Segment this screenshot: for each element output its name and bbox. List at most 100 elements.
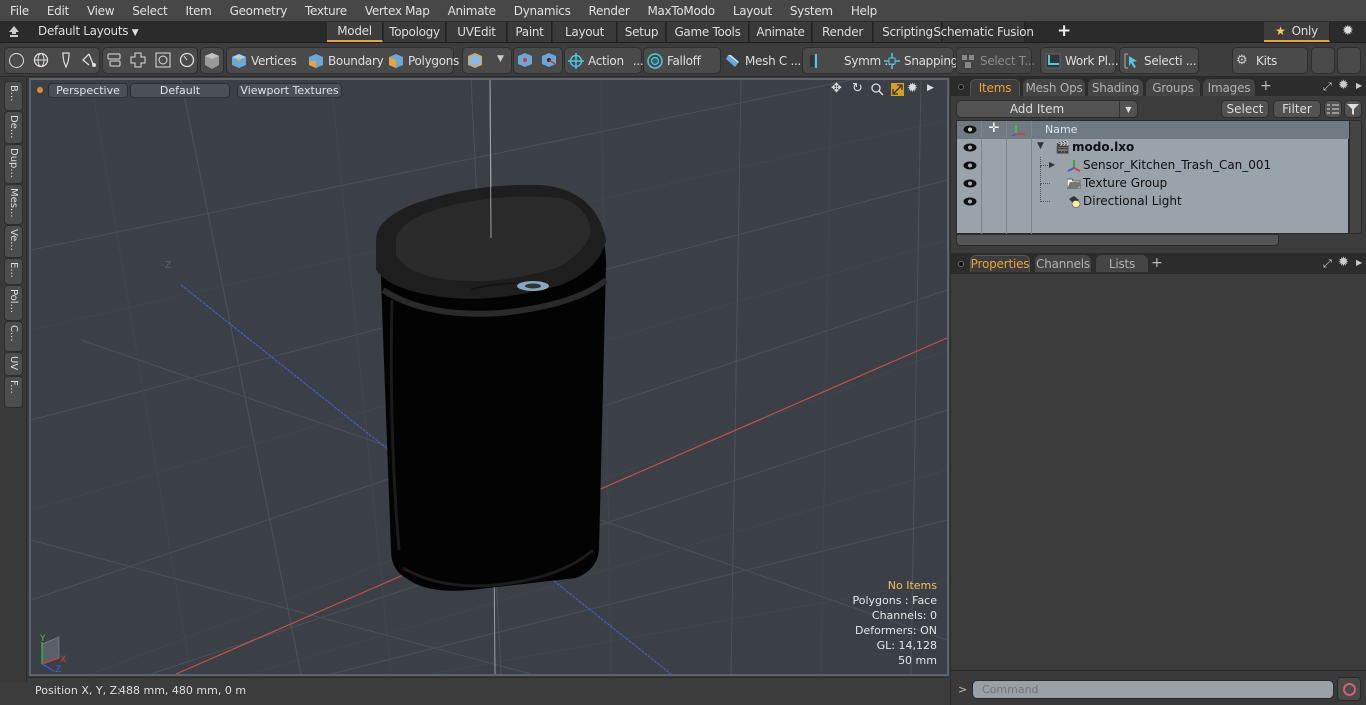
collapse-up-icon[interactable] [8,25,20,38]
filter-button[interactable]: Filter [1273,100,1321,118]
mesh-constraints-button[interactable]: Mesh C ... [725,48,801,73]
left-tab-duplicate[interactable]: Dup... [4,144,23,184]
left-tab-edge[interactable]: E... [4,258,23,285]
falloff-button[interactable]: Falloff [647,48,701,73]
tab-lists[interactable]: Lists [1096,255,1148,272]
tab-setup[interactable]: Setup [618,22,666,42]
3d-viewport[interactable]: -Z Y X Z Perspective Default Viewport Te… [29,78,949,676]
tab-items[interactable]: Items [970,79,1020,96]
select-button[interactable]: Select [1221,100,1269,118]
material-cube-icon[interactable] [467,52,483,72]
axis-column-icon[interactable] [1007,121,1032,139]
selection-sets-button[interactable]: Selecti ... [1124,48,1197,73]
horizontal-scrollbar[interactable] [956,234,1279,246]
list-options-icon[interactable] [1324,100,1342,118]
tab-schematic-fusion[interactable]: Schematic Fusion [933,22,1034,42]
frame-icon[interactable] [155,52,171,71]
polygons-button[interactable]: Polygons [388,48,459,73]
menu-item[interactable]: Item [175,4,219,18]
record-macro-button[interactable] [1337,677,1361,701]
properties-more-arrow-icon[interactable]: ▶ [1356,258,1362,267]
symmetry-button[interactable]: Symm ... [808,48,895,73]
tab-model[interactable]: Model [327,22,383,42]
menu-file[interactable]: File [0,4,37,18]
left-tab-uv[interactable]: UV [4,352,23,376]
properties-dot-icon[interactable] [958,261,964,267]
menu-dynamics[interactable]: Dynamics [504,4,579,18]
pen-tool-icon[interactable] [58,52,74,71]
tab-animate[interactable]: Animate [750,22,812,42]
viewport-more-arrow-icon[interactable]: ▶ [927,83,934,93]
menu-render[interactable]: Render [579,4,638,18]
center-icon[interactable] [517,52,533,71]
action-center-button[interactable]: Action... [568,48,644,73]
viewport-status-dot[interactable] [37,87,43,93]
lock-column-icon[interactable]: ✛ [982,121,1007,139]
vertices-button[interactable]: Vertices [231,48,297,73]
menu-texture[interactable]: Texture [295,4,355,18]
add-tab-icon[interactable]: + [1057,21,1071,41]
menu-edit[interactable]: Edit [37,4,77,18]
lasso-icon[interactable] [81,52,97,71]
left-tab-polygon[interactable]: Pol... [4,285,23,321]
expand-icon[interactable]: ⤢ [1323,80,1332,94]
item-cube-icon[interactable] [204,52,220,73]
menu-animate[interactable]: Animate [438,4,504,18]
left-tab-mesh-edit[interactable]: Mes... [4,184,23,225]
left-tab-curve[interactable]: C... [4,321,23,352]
list-item-light[interactable]: Directional Light [957,184,1350,211]
tab-groups[interactable]: Groups [1146,79,1200,96]
clock-icon[interactable] [179,52,195,71]
tab-render[interactable]: Render [813,22,873,42]
tab-properties[interactable]: Properties [970,255,1030,272]
zoom-icon[interactable] [871,83,884,99]
pan-icon[interactable]: ✥ [831,81,842,96]
snapping-button[interactable]: Snapping [884,48,958,73]
vertical-scrollbar[interactable] [1349,120,1362,234]
visibility-column-header[interactable] [957,121,982,139]
add-panel-tab-icon[interactable]: + [1260,78,1272,94]
view-perspective-button[interactable]: Perspective [48,83,128,98]
command-input[interactable] [972,680,1334,699]
tab-scripting[interactable]: Scripting [874,22,942,42]
pivot-icon[interactable] [541,52,557,71]
add-item-dropdown[interactable]: Add Item ▼ [956,100,1138,118]
viewport-gear-icon[interactable]: ✹ [907,81,918,96]
align-icon[interactable] [106,52,122,71]
menu-select[interactable]: Select [122,4,175,18]
list-item-scene[interactable]: ▼ 🎬 modo.lxo [957,139,1350,157]
tab-mesh-ops[interactable]: Mesh Ops [1023,79,1085,96]
menu-system[interactable]: System [780,4,841,18]
rotate-icon[interactable]: ↻ [852,81,863,96]
menu-help[interactable]: Help [841,4,885,18]
boundary-button[interactable]: Boundary [308,48,384,73]
tab-channels[interactable]: Channels [1035,255,1091,272]
circle-select-icon[interactable] [9,53,24,68]
panel-gear-icon[interactable]: ✹ [1338,78,1349,93]
funnel-filter-icon[interactable] [1344,100,1362,118]
panel-more-arrow-icon[interactable]: ▶ [1356,81,1362,90]
add-properties-tab-icon[interactable]: + [1151,255,1163,271]
left-tab-deform[interactable]: De... [4,111,23,144]
chevron-down-icon[interactable]: ▼ [497,54,504,64]
menu-maxtomodo[interactable]: MaxToModo [637,4,722,18]
menu-layout[interactable]: Layout [723,4,780,18]
tab-paint[interactable]: Paint [508,22,552,42]
menu-geometry[interactable]: Geometry [220,4,295,18]
name-column-header[interactable]: Name [1045,123,1077,136]
tab-shading[interactable]: Shading [1088,79,1143,96]
panel-dot-icon[interactable] [958,84,964,90]
menu-view[interactable]: View [77,4,122,18]
cross-grid-icon[interactable] [130,52,146,71]
left-tab-fusion[interactable]: F... [4,376,23,408]
list-item-texture-group[interactable]: Texture Group [957,166,1350,193]
globe-icon[interactable] [33,52,49,71]
select-through-button[interactable]: Select T... [960,48,1035,73]
maximize-icon[interactable] [891,83,904,99]
work-plane-button[interactable]: Work Pl... [1045,48,1119,73]
left-tab-basic[interactable]: B... [4,81,23,111]
menu-vertex-map[interactable]: Vertex Map [355,4,438,18]
tab-topology[interactable]: Topology [384,22,446,42]
properties-expand-icon[interactable]: ⤢ [1323,257,1332,271]
tab-layout[interactable]: Layout [553,22,617,42]
